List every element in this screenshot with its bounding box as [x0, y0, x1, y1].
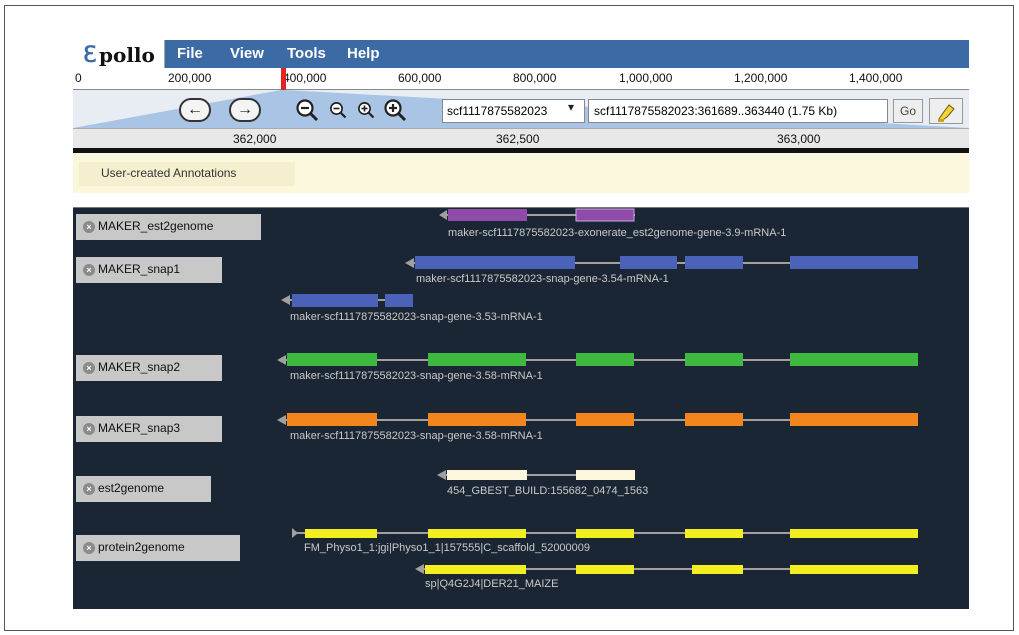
arrow-right-icon[interactable]: → — [229, 98, 261, 122]
apollo-window: ℇ pollo File View Tools Help 0 200,000 4… — [73, 40, 969, 609]
detail-ruler: 362,000 362,500 363,000 — [73, 128, 969, 148]
menu-file[interactable]: File — [177, 45, 203, 62]
feature-name: maker-scf1117875582023-snap-gene-3.54-mR… — [416, 273, 669, 285]
menu-tools[interactable]: Tools — [287, 45, 326, 62]
feature-name: FM_Physo1_1:jgi|Physo1_1|157555|C_scaffo… — [304, 542, 591, 554]
overview-tick: 1,000,000 — [619, 71, 673, 85]
overview-tick: 400,000 — [283, 71, 327, 85]
overview-tick: 600,000 — [398, 71, 442, 85]
overview-tick: 1,200,000 — [734, 71, 788, 85]
feature-name: maker-scf1117875582023-snap-gene-3.58-mR… — [290, 370, 543, 382]
chevron-down-icon[interactable]: ▾ — [568, 100, 574, 114]
feature-name: maker-scf1117875582023-snap-gene-3.53-mR… — [290, 311, 543, 323]
zoom-in-small-icon[interactable] — [357, 101, 375, 119]
menubar: ℇ pollo File View Tools Help — [73, 40, 969, 68]
overview-tick: 800,000 — [513, 71, 557, 85]
apollo-logo-mark: ℇ — [83, 42, 97, 68]
user-annotations-label: User-created Annotations — [79, 162, 295, 186]
feature-fm-physo1[interactable] — [292, 528, 918, 538]
feature-est2genome-3.9[interactable] — [439, 208, 635, 222]
menu-view[interactable]: View — [230, 45, 264, 62]
track-separator — [73, 193, 969, 208]
location-input[interactable]: scf1117875582023:361689..363440 (1.75 Kb… — [588, 99, 888, 123]
feature-der21-maize[interactable] — [415, 564, 918, 574]
overview-tick: 200,000 — [168, 71, 212, 85]
feature-snap2-3.58[interactable] — [277, 353, 918, 366]
zoom-out-big-icon[interactable] — [295, 98, 319, 122]
overview-tick: 0 — [75, 71, 82, 85]
feature-name: sp|Q4G2J4|DER21_MAIZE — [425, 578, 559, 590]
overview-tick: 1,400,000 — [849, 71, 903, 85]
menu-help[interactable]: Help — [347, 45, 380, 62]
overview-location-marker[interactable] — [281, 68, 286, 90]
feature-snap3-3.58[interactable] — [277, 413, 918, 426]
feature-name: maker-scf1117875582023-snap-gene-3.58-mR… — [290, 430, 543, 442]
highlighter-icon — [938, 104, 955, 122]
apollo-logo-text: pollo — [99, 43, 155, 67]
overview-ruler[interactable]: 0 200,000 400,000 600,000 800,000 1,000,… — [73, 68, 969, 90]
apollo-logo: ℇ pollo — [73, 40, 165, 68]
feature-snap-3.53[interactable] — [281, 294, 413, 307]
feature-snap-3.54[interactable] — [405, 256, 918, 269]
detail-tick: 362,500 — [496, 132, 540, 146]
zoom-out-small-icon[interactable] — [329, 101, 347, 119]
detail-tick: 363,000 — [777, 132, 821, 146]
arrow-left-icon[interactable]: ← — [179, 98, 211, 122]
user-annotations-track[interactable]: User-created Annotations — [73, 153, 969, 193]
detail-tick: 362,000 — [233, 132, 277, 146]
feature-454-gbest[interactable] — [437, 470, 635, 480]
highlight-button[interactable] — [929, 98, 963, 124]
reference-sequence-select[interactable]: scf1117875582023 — [442, 99, 585, 123]
zoom-in-big-icon[interactable] — [383, 98, 407, 122]
feature-name: 454_GBEST_BUILD:155682_0474_1563 — [447, 485, 649, 497]
navigation-bar: ← → scf1117875582023 ▾ scf1117875582023:… — [73, 90, 969, 128]
evidence-tracks: × MAKER_est2genome × MAKER_snap1 × MAKER… — [73, 208, 969, 609]
feature-name: maker-scf1117875582023-exonerate_est2gen… — [448, 227, 787, 239]
go-button[interactable]: Go — [893, 99, 923, 123]
